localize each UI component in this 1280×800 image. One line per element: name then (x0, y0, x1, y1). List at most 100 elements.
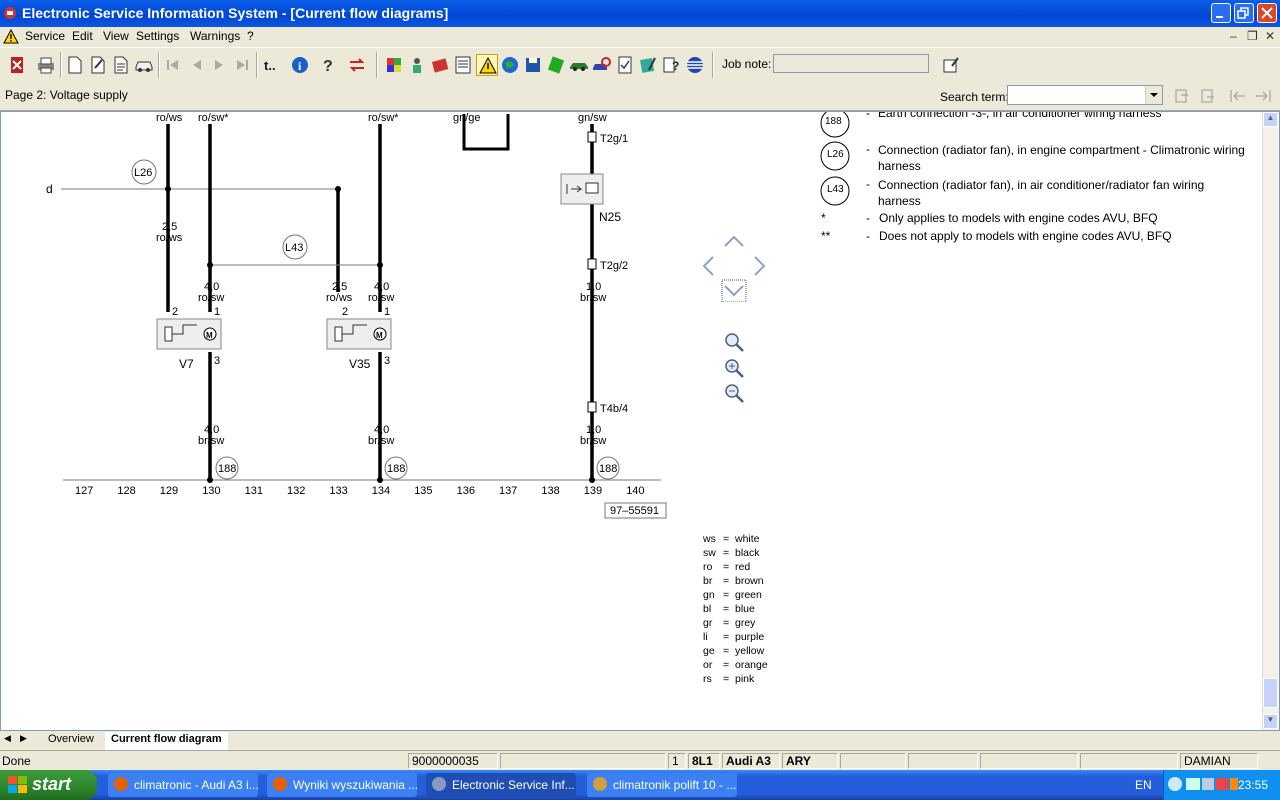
restore-button[interactable] (1234, 3, 1254, 23)
scroll-up-button[interactable]: ▲ (1263, 112, 1278, 127)
next-icon[interactable] (208, 54, 230, 76)
legend-text: Earth connection -3-, in air conditioner… (878, 111, 1162, 120)
taskbar-item-climatronik[interactable]: climatronik polift 10 - ... (587, 773, 737, 797)
menu-help[interactable]: ? (247, 29, 254, 43)
search-prev-icon[interactable] (1198, 86, 1218, 106)
color-name: blue (735, 603, 755, 615)
taskbar-item-firefox-1[interactable]: climatronic - Audi A3 i... (108, 773, 258, 797)
pan-up-icon[interactable] (724, 235, 744, 247)
green-book-icon[interactable] (545, 54, 567, 76)
connector-label-t2g1: T2g/1 (600, 133, 628, 145)
job-note-field[interactable] (773, 54, 929, 73)
svg-text:?: ? (672, 59, 679, 73)
search-car-icon[interactable] (591, 54, 613, 76)
search-label: Search term: (940, 90, 1009, 104)
minimize-button[interactable] (1211, 3, 1231, 23)
color-name: orange (735, 659, 768, 671)
edit-doc-icon[interactable] (87, 54, 109, 76)
status-model-code: 8L1 (688, 753, 720, 769)
globe-icon[interactable] (499, 54, 521, 76)
color-code: ws (703, 533, 716, 545)
network-icon[interactable] (1186, 778, 1200, 790)
color-code-row: gr = grey (703, 617, 755, 629)
mdi-restore-icon[interactable]: ❐ (1247, 29, 1258, 43)
color-code-row: br = brown (703, 575, 764, 587)
menu-service[interactable]: Service (25, 29, 65, 43)
prev-icon[interactable] (186, 54, 208, 76)
help2-icon[interactable]: ? (660, 54, 682, 76)
search-dropdown-button[interactable] (1145, 86, 1162, 104)
menu-view[interactable]: View (103, 29, 129, 43)
zoom-out-icon[interactable] (725, 384, 744, 403)
tab-current-flow-diagram[interactable]: Current flow diagram (105, 732, 228, 750)
status-empty-5 (1080, 753, 1178, 769)
close-button[interactable] (1257, 3, 1277, 23)
books-icon[interactable] (429, 54, 451, 76)
track-number: 136 (457, 485, 475, 497)
legend-symbol: L43 (827, 184, 844, 195)
exit-icon[interactable] (6, 54, 28, 76)
warning-menu-icon[interactable] (3, 29, 19, 44)
color-code: sw (703, 547, 716, 559)
legend-symbol: 188 (825, 116, 842, 127)
chevron-down-icon (1150, 93, 1158, 97)
volume-icon[interactable] (1202, 778, 1214, 790)
pan-down-icon[interactable] (724, 285, 744, 297)
checklist-icon[interactable] (614, 54, 636, 76)
language-indicator[interactable]: EN (1135, 778, 1152, 792)
tab-scroll-left-icon[interactable]: ◀ (4, 733, 11, 744)
track-number: 135 (414, 485, 432, 497)
tab-scroll-right-icon[interactable]: ▶ (20, 733, 27, 744)
tray-app-icon[interactable] (1216, 778, 1228, 790)
scroll-down-button[interactable]: ▼ (1263, 714, 1278, 729)
start-button[interactable]: start (0, 770, 97, 800)
list-icon[interactable] (452, 54, 474, 76)
pan-left-icon[interactable] (702, 256, 714, 276)
last-icon[interactable] (231, 54, 253, 76)
tray-app2-icon[interactable] (1230, 778, 1238, 790)
menu-edit[interactable]: Edit (72, 29, 93, 43)
help-icon[interactable]: ? (317, 54, 339, 76)
color-code: ro (703, 561, 713, 573)
tray-expand-icon[interactable] (1168, 777, 1182, 791)
warning-icon[interactable] (476, 54, 498, 76)
swap-icon[interactable] (346, 54, 368, 76)
scroll-thumb[interactable] (1263, 678, 1278, 708)
document-icon[interactable] (110, 54, 132, 76)
color-eq: = (723, 673, 730, 685)
job-note-button-icon[interactable] (940, 54, 962, 76)
menu-warnings[interactable]: Warnings (190, 29, 240, 43)
vertical-scrollbar[interactable]: ▲ ▼ (1262, 112, 1279, 730)
new-doc-icon[interactable] (64, 54, 86, 76)
search-input[interactable] (1007, 85, 1163, 105)
pan-right-icon[interactable] (754, 256, 766, 276)
color-eq: = (723, 533, 730, 545)
diagram-view[interactable]: ro/ws ro/sw* ro/sw* gn/ge gn/sw d L26 L4… (0, 111, 1280, 731)
nav-forward-icon[interactable] (1253, 86, 1273, 106)
t-icon[interactable]: t.. (260, 54, 282, 76)
taskbar-item-firefox-2[interactable]: Wyniki wyszukiwania ... (267, 773, 417, 797)
wire-label-ro-sw-2: ro/sw* (368, 112, 399, 124)
print-icon[interactable] (35, 54, 57, 76)
menu-settings[interactable]: Settings (136, 29, 179, 43)
color-code: bl (703, 603, 712, 615)
save-icon[interactable] (522, 54, 544, 76)
nav-back-icon[interactable] (1228, 86, 1248, 106)
flag-icon[interactable] (684, 54, 706, 76)
info-icon[interactable]: i (289, 54, 311, 76)
mdi-minimize-icon[interactable]: – (1230, 29, 1237, 43)
title-bar[interactable]: Electronic Service Information System - … (0, 0, 1280, 27)
mdi-close-icon[interactable]: ✕ (1265, 29, 1275, 43)
color-code-row: sw = black (703, 547, 760, 559)
search-next-icon[interactable] (1172, 86, 1192, 106)
car-icon[interactable] (133, 54, 155, 76)
first-icon[interactable] (162, 54, 184, 76)
tab-overview[interactable]: Overview (42, 732, 100, 751)
zoom-fit-icon[interactable] (725, 333, 744, 352)
colors-icon[interactable] (383, 54, 405, 76)
notes-icon[interactable] (637, 54, 659, 76)
car2-icon[interactable] (568, 54, 590, 76)
taskbar-item-elsa[interactable]: Electronic Service Inf... (426, 773, 576, 797)
people-icon[interactable] (406, 54, 428, 76)
zoom-in-icon[interactable] (725, 359, 744, 378)
